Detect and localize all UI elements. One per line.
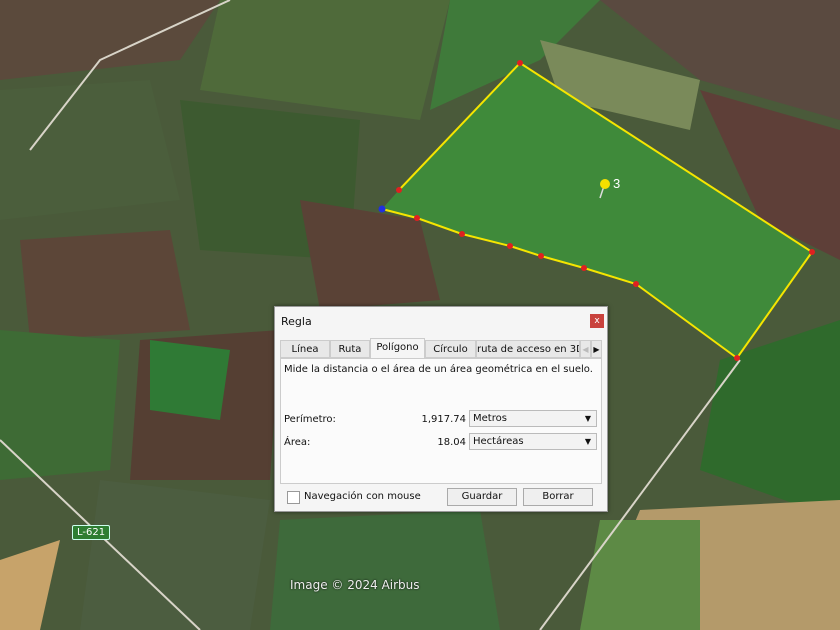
start-vertex[interactable] [378, 205, 386, 213]
perimeter-label: Perímetro: [284, 414, 336, 425]
save-button[interactable]: Guardar [447, 488, 517, 506]
chevron-down-icon: ▼ [584, 414, 591, 423]
chevron-down-icon: ▼ [584, 437, 591, 446]
polygon-panel: Mide la distancia o el área de un área g… [280, 358, 602, 484]
tab-scroll-left-button[interactable]: ◀ [580, 340, 591, 358]
road-label: L-621 [72, 525, 111, 540]
area-unit-select[interactable]: Hectáreas ▼ [469, 433, 597, 450]
description: Mide la distancia o el área de un área g… [284, 364, 593, 375]
tab-polygon[interactable]: Polígono [370, 338, 425, 359]
perimeter-unit-select[interactable]: Metros ▼ [469, 410, 597, 427]
perimeter-unit: Metros [473, 413, 507, 424]
tab-bar: Línea Ruta Polígono Círculo ruta de acce… [280, 338, 602, 359]
perimeter-value: 1,917.74 [421, 414, 466, 425]
imagery-attribution: Image © 2024 Airbus [290, 578, 420, 592]
close-button[interactable]: x [590, 314, 604, 328]
tab-line[interactable]: Línea [280, 340, 330, 358]
area-unit: Hectáreas [473, 436, 524, 447]
area-label: Área: [284, 437, 311, 448]
clear-button[interactable]: Borrar [523, 488, 593, 506]
dialog-title: Regla [281, 315, 312, 328]
area-value: 18.04 [437, 437, 466, 448]
ruler-dialog: Regla x Línea Ruta Polígono Círculo ruta… [274, 306, 608, 512]
mouse-navigation-label[interactable]: Navegación con mouse [304, 491, 421, 502]
tab-circle[interactable]: Círculo [425, 340, 476, 358]
tab-scroll-right-button[interactable]: ▶ [591, 340, 602, 358]
mouse-navigation-checkbox[interactable] [287, 491, 300, 504]
placemark-label: 3 [613, 176, 620, 191]
tab-path[interactable]: Ruta [330, 340, 370, 358]
tab-3d-path[interactable]: ruta de acceso en 3D [476, 340, 580, 358]
